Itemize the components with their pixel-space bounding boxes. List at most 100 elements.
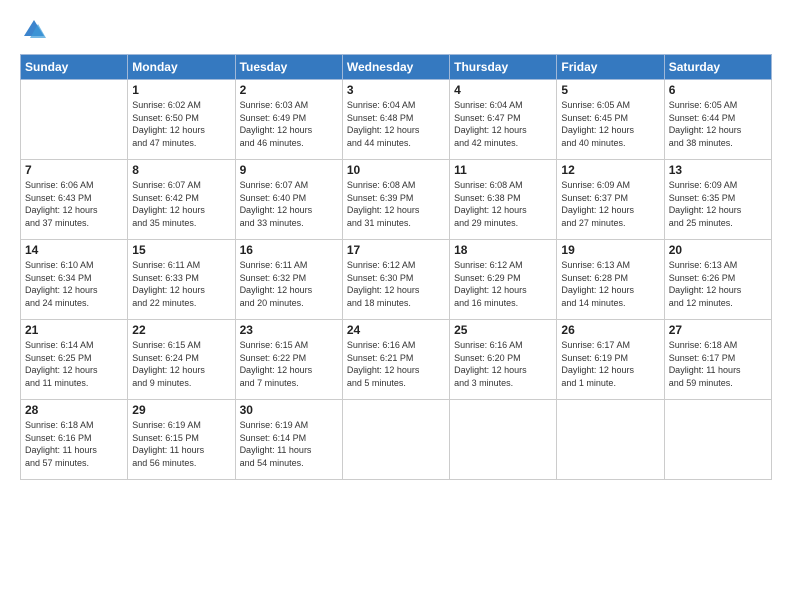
col-header-thursday: Thursday (450, 55, 557, 80)
week-row-1: 1 Sunrise: 6:02 AMSunset: 6:50 PMDaylight… (21, 80, 772, 160)
day-number: 11 (454, 163, 552, 177)
day-info: Sunrise: 6:18 AMSunset: 6:17 PMDaylight:… (669, 339, 767, 389)
day-number: 7 (25, 163, 123, 177)
day-number: 9 (240, 163, 338, 177)
day-info: Sunrise: 6:06 AMSunset: 6:43 PMDaylight:… (25, 179, 123, 229)
day-number: 22 (132, 323, 230, 337)
day-info: Sunrise: 6:18 AMSunset: 6:16 PMDaylight:… (25, 419, 123, 469)
col-header-monday: Monday (128, 55, 235, 80)
day-info: Sunrise: 6:12 AMSunset: 6:29 PMDaylight:… (454, 259, 552, 309)
day-info: Sunrise: 6:19 AMSunset: 6:14 PMDaylight:… (240, 419, 338, 469)
logo-icon (20, 16, 48, 44)
day-info: Sunrise: 6:12 AMSunset: 6:30 PMDaylight:… (347, 259, 445, 309)
day-info: Sunrise: 6:11 AMSunset: 6:32 PMDaylight:… (240, 259, 338, 309)
day-number: 18 (454, 243, 552, 257)
calendar-cell: 22 Sunrise: 6:15 AMSunset: 6:24 PMDayligh… (128, 320, 235, 400)
calendar-cell (557, 400, 664, 480)
col-header-sunday: Sunday (21, 55, 128, 80)
calendar-cell: 10 Sunrise: 6:08 AMSunset: 6:39 PMDayligh… (342, 160, 449, 240)
day-info: Sunrise: 6:11 AMSunset: 6:33 PMDaylight:… (132, 259, 230, 309)
calendar-cell: 20 Sunrise: 6:13 AMSunset: 6:26 PMDayligh… (664, 240, 771, 320)
calendar-cell: 2 Sunrise: 6:03 AMSunset: 6:49 PMDaylight… (235, 80, 342, 160)
day-number: 20 (669, 243, 767, 257)
day-info: Sunrise: 6:16 AMSunset: 6:21 PMDaylight:… (347, 339, 445, 389)
calendar-cell: 13 Sunrise: 6:09 AMSunset: 6:35 PMDayligh… (664, 160, 771, 240)
day-info: Sunrise: 6:05 AMSunset: 6:44 PMDaylight:… (669, 99, 767, 149)
day-number: 17 (347, 243, 445, 257)
calendar-cell: 26Sunrise: 6:17 AMSunset: 6:19 PMDayligh… (557, 320, 664, 400)
day-number: 24 (347, 323, 445, 337)
day-number: 8 (132, 163, 230, 177)
calendar-cell: 27 Sunrise: 6:18 AMSunset: 6:17 PMDayligh… (664, 320, 771, 400)
day-info: Sunrise: 6:07 AMSunset: 6:40 PMDaylight:… (240, 179, 338, 229)
day-number: 13 (669, 163, 767, 177)
day-info: Sunrise: 6:02 AMSunset: 6:50 PMDaylight:… (132, 99, 230, 149)
day-info: Sunrise: 6:10 AMSunset: 6:34 PMDaylight:… (25, 259, 123, 309)
day-info: Sunrise: 6:13 AMSunset: 6:28 PMDaylight:… (561, 259, 659, 309)
calendar-cell: 6 Sunrise: 6:05 AMSunset: 6:44 PMDaylight… (664, 80, 771, 160)
day-number: 30 (240, 403, 338, 417)
calendar-cell: 23 Sunrise: 6:15 AMSunset: 6:22 PMDayligh… (235, 320, 342, 400)
calendar-cell: 19Sunrise: 6:13 AMSunset: 6:28 PMDayligh… (557, 240, 664, 320)
day-info: Sunrise: 6:19 AMSunset: 6:15 PMDaylight:… (132, 419, 230, 469)
col-header-wednesday: Wednesday (342, 55, 449, 80)
calendar-cell: 14 Sunrise: 6:10 AMSunset: 6:34 PMDayligh… (21, 240, 128, 320)
week-row-3: 14 Sunrise: 6:10 AMSunset: 6:34 PMDayligh… (21, 240, 772, 320)
week-row-5: 28 Sunrise: 6:18 AMSunset: 6:16 PMDayligh… (21, 400, 772, 480)
day-info: Sunrise: 6:04 AMSunset: 6:47 PMDaylight:… (454, 99, 552, 149)
calendar-header-row: SundayMondayTuesdayWednesdayThursdayFrid… (21, 55, 772, 80)
calendar-cell: 24 Sunrise: 6:16 AMSunset: 6:21 PMDayligh… (342, 320, 449, 400)
day-info: Sunrise: 6:08 AMSunset: 6:39 PMDaylight:… (347, 179, 445, 229)
day-number: 10 (347, 163, 445, 177)
calendar-cell: 12 Sunrise: 6:09 AMSunset: 6:37 PMDayligh… (557, 160, 664, 240)
calendar-cell: 11 Sunrise: 6:08 AMSunset: 6:38 PMDayligh… (450, 160, 557, 240)
day-number: 23 (240, 323, 338, 337)
page: SundayMondayTuesdayWednesdayThursdayFrid… (0, 0, 792, 612)
calendar-cell (450, 400, 557, 480)
week-row-4: 21 Sunrise: 6:14 AMSunset: 6:25 PMDayligh… (21, 320, 772, 400)
day-info: Sunrise: 6:13 AMSunset: 6:26 PMDaylight:… (669, 259, 767, 309)
calendar-cell: 4Sunrise: 6:04 AMSunset: 6:47 PMDaylight… (450, 80, 557, 160)
calendar-cell: 5 Sunrise: 6:05 AMSunset: 6:45 PMDaylight… (557, 80, 664, 160)
day-number: 28 (25, 403, 123, 417)
calendar-cell: 7 Sunrise: 6:06 AMSunset: 6:43 PMDaylight… (21, 160, 128, 240)
day-info: Sunrise: 6:16 AMSunset: 6:20 PMDaylight:… (454, 339, 552, 389)
calendar: SundayMondayTuesdayWednesdayThursdayFrid… (20, 54, 772, 480)
day-info: Sunrise: 6:09 AMSunset: 6:35 PMDaylight:… (669, 179, 767, 229)
calendar-cell: 3 Sunrise: 6:04 AMSunset: 6:48 PMDaylight… (342, 80, 449, 160)
calendar-cell: 25 Sunrise: 6:16 AMSunset: 6:20 PMDayligh… (450, 320, 557, 400)
day-number: 2 (240, 83, 338, 97)
calendar-cell: 17 Sunrise: 6:12 AMSunset: 6:30 PMDayligh… (342, 240, 449, 320)
day-number: 15 (132, 243, 230, 257)
day-info: Sunrise: 6:09 AMSunset: 6:37 PMDaylight:… (561, 179, 659, 229)
day-number: 6 (669, 83, 767, 97)
day-info: Sunrise: 6:15 AMSunset: 6:24 PMDaylight:… (132, 339, 230, 389)
day-number: 29 (132, 403, 230, 417)
calendar-cell: 29 Sunrise: 6:19 AMSunset: 6:15 PMDayligh… (128, 400, 235, 480)
week-row-2: 7 Sunrise: 6:06 AMSunset: 6:43 PMDaylight… (21, 160, 772, 240)
day-number: 3 (347, 83, 445, 97)
day-info: Sunrise: 6:03 AMSunset: 6:49 PMDaylight:… (240, 99, 338, 149)
day-info: Sunrise: 6:14 AMSunset: 6:25 PMDaylight:… (25, 339, 123, 389)
calendar-cell (21, 80, 128, 160)
col-header-tuesday: Tuesday (235, 55, 342, 80)
day-info: Sunrise: 6:08 AMSunset: 6:38 PMDaylight:… (454, 179, 552, 229)
calendar-cell: 1 Sunrise: 6:02 AMSunset: 6:50 PMDaylight… (128, 80, 235, 160)
col-header-saturday: Saturday (664, 55, 771, 80)
day-info: Sunrise: 6:07 AMSunset: 6:42 PMDaylight:… (132, 179, 230, 229)
calendar-cell: 21 Sunrise: 6:14 AMSunset: 6:25 PMDayligh… (21, 320, 128, 400)
logo (20, 16, 52, 44)
day-number: 25 (454, 323, 552, 337)
day-number: 5 (561, 83, 659, 97)
day-number: 27 (669, 323, 767, 337)
day-info: Sunrise: 6:04 AMSunset: 6:48 PMDaylight:… (347, 99, 445, 149)
calendar-cell: 16Sunrise: 6:11 AMSunset: 6:32 PMDayligh… (235, 240, 342, 320)
day-number: 14 (25, 243, 123, 257)
day-info: Sunrise: 6:15 AMSunset: 6:22 PMDaylight:… (240, 339, 338, 389)
day-number: 12 (561, 163, 659, 177)
day-info: Sunrise: 6:05 AMSunset: 6:45 PMDaylight:… (561, 99, 659, 149)
calendar-cell: 9 Sunrise: 6:07 AMSunset: 6:40 PMDaylight… (235, 160, 342, 240)
day-number: 1 (132, 83, 230, 97)
day-number: 21 (25, 323, 123, 337)
calendar-cell: 30 Sunrise: 6:19 AMSunset: 6:14 PMDayligh… (235, 400, 342, 480)
